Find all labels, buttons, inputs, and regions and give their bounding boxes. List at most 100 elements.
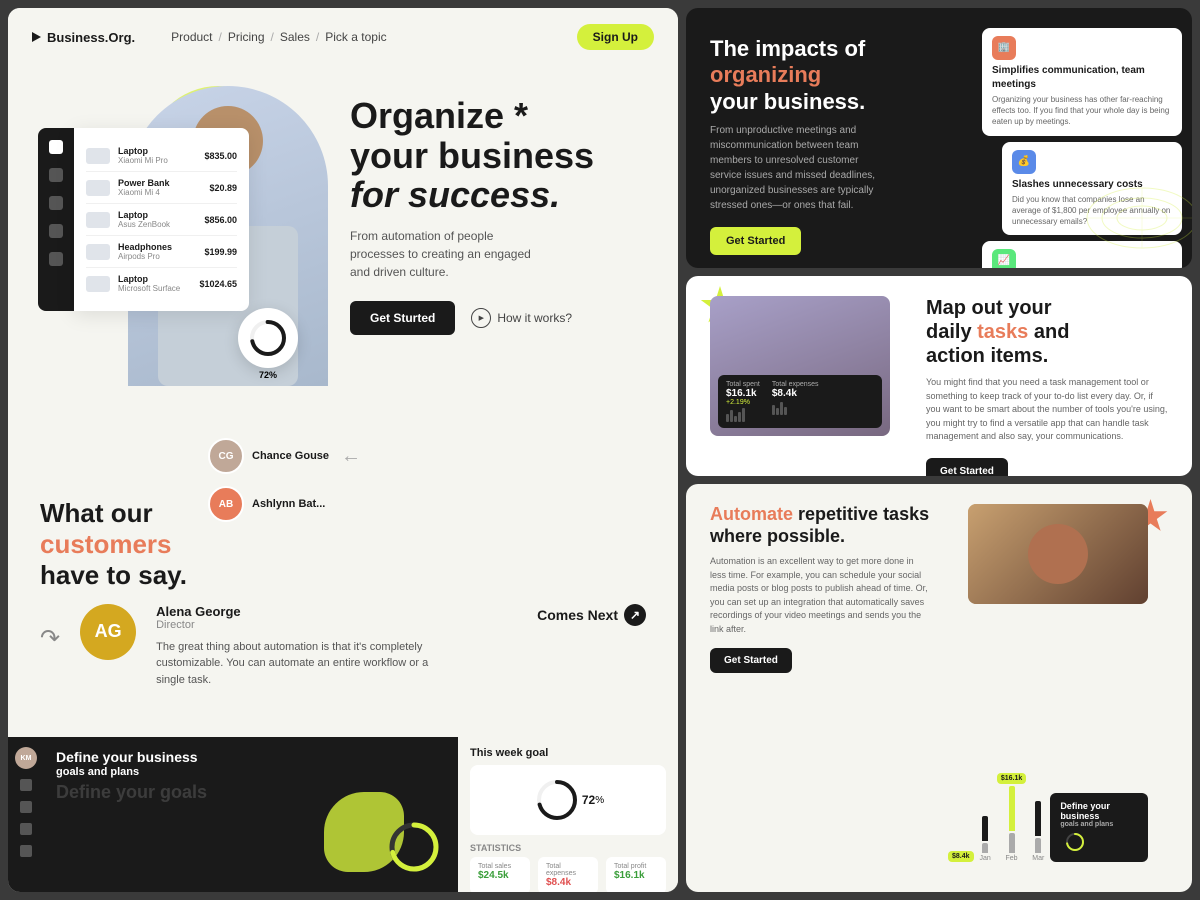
stat-val-2: $16.1k	[614, 870, 658, 881]
sidebar-icon-home[interactable]	[49, 140, 63, 154]
product-thumb-3	[86, 212, 110, 228]
chart-bar-jan: Jan	[980, 816, 991, 862]
product-name-1: Laptop	[118, 146, 196, 156]
get-started-button[interactable]: Get Sturted	[350, 301, 455, 335]
stat-row: Total sales $24.5k Total expenses $8.4k …	[470, 857, 666, 892]
product-name-4: Headphones	[118, 242, 196, 252]
stat-name-1: Total expenses	[546, 863, 590, 877]
stat-label-spent: Total spent	[726, 381, 760, 388]
avatar-area: CG Chance Gouse ← AB Ashlynn Bat...	[208, 438, 361, 522]
chart-bar-feb-1	[1009, 786, 1015, 831]
impacts-title-line2: your business.	[710, 89, 865, 114]
stat-overlay-2: Total expenses $8.4k	[772, 381, 819, 422]
product-info-4: Headphones Airpods Pro	[118, 242, 196, 261]
mini-wave-1	[726, 406, 760, 422]
dash-donut	[384, 817, 444, 882]
product-price-4: $199.99	[204, 247, 237, 257]
product-item-3[interactable]: Laptop Asus ZenBook $856.00	[86, 204, 237, 236]
nav-pricing[interactable]: Pricing	[228, 30, 265, 44]
chart-bar-jan-2	[982, 843, 988, 853]
product-item-4[interactable]: Headphones Airpods Pro $199.99	[86, 236, 237, 268]
stat-val-spent: $16.1k	[726, 388, 760, 399]
automate-cta-button[interactable]: Get Started	[710, 648, 792, 673]
dash-main: Define your business goals and plans Def…	[44, 737, 458, 892]
impact-icon-1: 🏢	[992, 36, 1016, 60]
product-thumb-5	[86, 276, 110, 292]
product-item-1[interactable]: Laptop Xiaomi Mi Pro $835.00	[86, 140, 237, 172]
product-thumb-2	[86, 180, 110, 196]
hero-title: Organize * your business for success.	[350, 96, 646, 215]
signup-button[interactable]: Sign Up	[577, 24, 654, 50]
dash-icon-chart[interactable]	[20, 801, 32, 813]
impacts-cta-button[interactable]: Get Started	[710, 227, 801, 255]
product-price-3: $856.00	[204, 215, 237, 225]
avatar-item-2: AB Ashlynn Bat...	[208, 486, 361, 522]
nav-sales[interactable]: Sales	[280, 30, 310, 44]
reviewer-info: Alena George Director The great thing ab…	[156, 604, 517, 689]
comes-next-button[interactable]: Comes Next ↗	[537, 604, 646, 626]
map-tasks-highlight: tasks	[977, 321, 1028, 343]
sidebar-icon-3[interactable]	[49, 196, 63, 210]
automate-visual: $8.4k Jan $16.1k Feb Mar	[948, 504, 1168, 872]
progress-label: 72%	[238, 370, 298, 380]
testimonial-line2: have to say.	[40, 560, 187, 590]
product-model-3: Asus ZenBook	[118, 220, 196, 229]
stat-val-0: $24.5k	[478, 870, 522, 881]
right-panel: The impacts of organizing your business.…	[686, 8, 1192, 892]
avatar-name-2: Ashlynn Bat...	[252, 498, 325, 510]
hero-actions: Get Sturted ▶ How it works?	[350, 301, 646, 335]
product-price-1: $835.00	[204, 151, 237, 161]
how-it-works-label: How it works?	[497, 311, 572, 325]
map-tasks-title: Map out your daily tasks and action item…	[926, 296, 1168, 368]
impact-icon-3: 📈	[992, 249, 1016, 268]
product-list-card: Laptop Xiaomi Mi Pro $835.00 Power Bank …	[74, 128, 249, 311]
nav-pick-topic[interactable]: Pick a topic	[325, 30, 386, 44]
map-tasks-line1: Map out your	[926, 297, 1052, 319]
hero-title-line2: your business	[350, 135, 594, 176]
sidebar-icon-settings[interactable]	[49, 252, 63, 266]
dash-stats: Statistics Total sales $24.5k Total expe…	[470, 843, 666, 892]
reviewer-avatar: AG	[80, 604, 136, 660]
sidebar-icon-2[interactable]	[49, 168, 63, 182]
hero-title-italic: for success.	[350, 174, 560, 215]
map-tasks-cta-button[interactable]: Get Started	[926, 458, 1008, 477]
dash-icon-list[interactable]	[20, 823, 32, 835]
brand-name: Business.Org.	[47, 30, 135, 45]
week-goal-percent: 72	[582, 793, 595, 807]
automate-img	[968, 504, 1148, 604]
dash-goal-card: 72%	[470, 765, 666, 835]
stat-change-spent: +2.19%	[726, 399, 760, 406]
impacts-title-highlight: organizing	[710, 62, 821, 87]
dash-icon-home[interactable]	[20, 779, 32, 791]
product-item-2[interactable]: Power Bank Xiaomi Mi 4 $20.89	[86, 172, 237, 204]
hero-text: Organize * your business for success. Fr…	[350, 76, 646, 335]
product-info-3: Laptop Asus ZenBook	[118, 210, 196, 229]
product-model-2: Xiaomi Mi 4	[118, 188, 201, 197]
left-panel: Business.Org. Product / Pricing / Sales …	[8, 8, 678, 892]
dash-right-panel: This week goal 72% Statistics Total sale…	[458, 737, 678, 892]
dash-main-subtitle-real: goals and plans	[56, 766, 446, 778]
map-tasks-and: and	[1034, 321, 1070, 343]
nav-product[interactable]: Product	[171, 30, 212, 44]
play-icon-small: ▶	[471, 308, 491, 328]
how-it-works[interactable]: ▶ How it works?	[471, 308, 572, 328]
hero-title-line1: Organize *	[350, 95, 528, 136]
avatar-chance: CG	[208, 438, 244, 474]
navbar: Business.Org. Product / Pricing / Sales …	[8, 8, 678, 66]
stat-total-sales: Total sales $24.5k	[470, 857, 530, 892]
product-item-5[interactable]: Laptop Microsoft Surface $1024.65	[86, 268, 237, 299]
map-tasks-line2: daily	[926, 321, 972, 343]
dash-icon-gear[interactable]	[20, 845, 32, 857]
network-lines	[1082, 158, 1192, 268]
product-price-2: $20.89	[209, 183, 237, 193]
product-thumb-4	[86, 244, 110, 260]
testimonial-section: What our customers have to say. ↷ AG Ale…	[32, 498, 654, 688]
week-goal-label: This week goal	[470, 747, 666, 759]
automate-card: Automate repetitive tasks where possible…	[686, 484, 1192, 892]
sidebar-icon-4[interactable]	[49, 224, 63, 238]
chart-val-2: $16.1k	[997, 773, 1026, 784]
stat-name-2: Total profit	[614, 863, 658, 870]
dash-main-title: Define your business	[56, 749, 446, 766]
bottom-dashboard: KM Define your business goals and plans …	[8, 737, 678, 892]
define-card: Define your business goals and plans	[1050, 793, 1148, 862]
